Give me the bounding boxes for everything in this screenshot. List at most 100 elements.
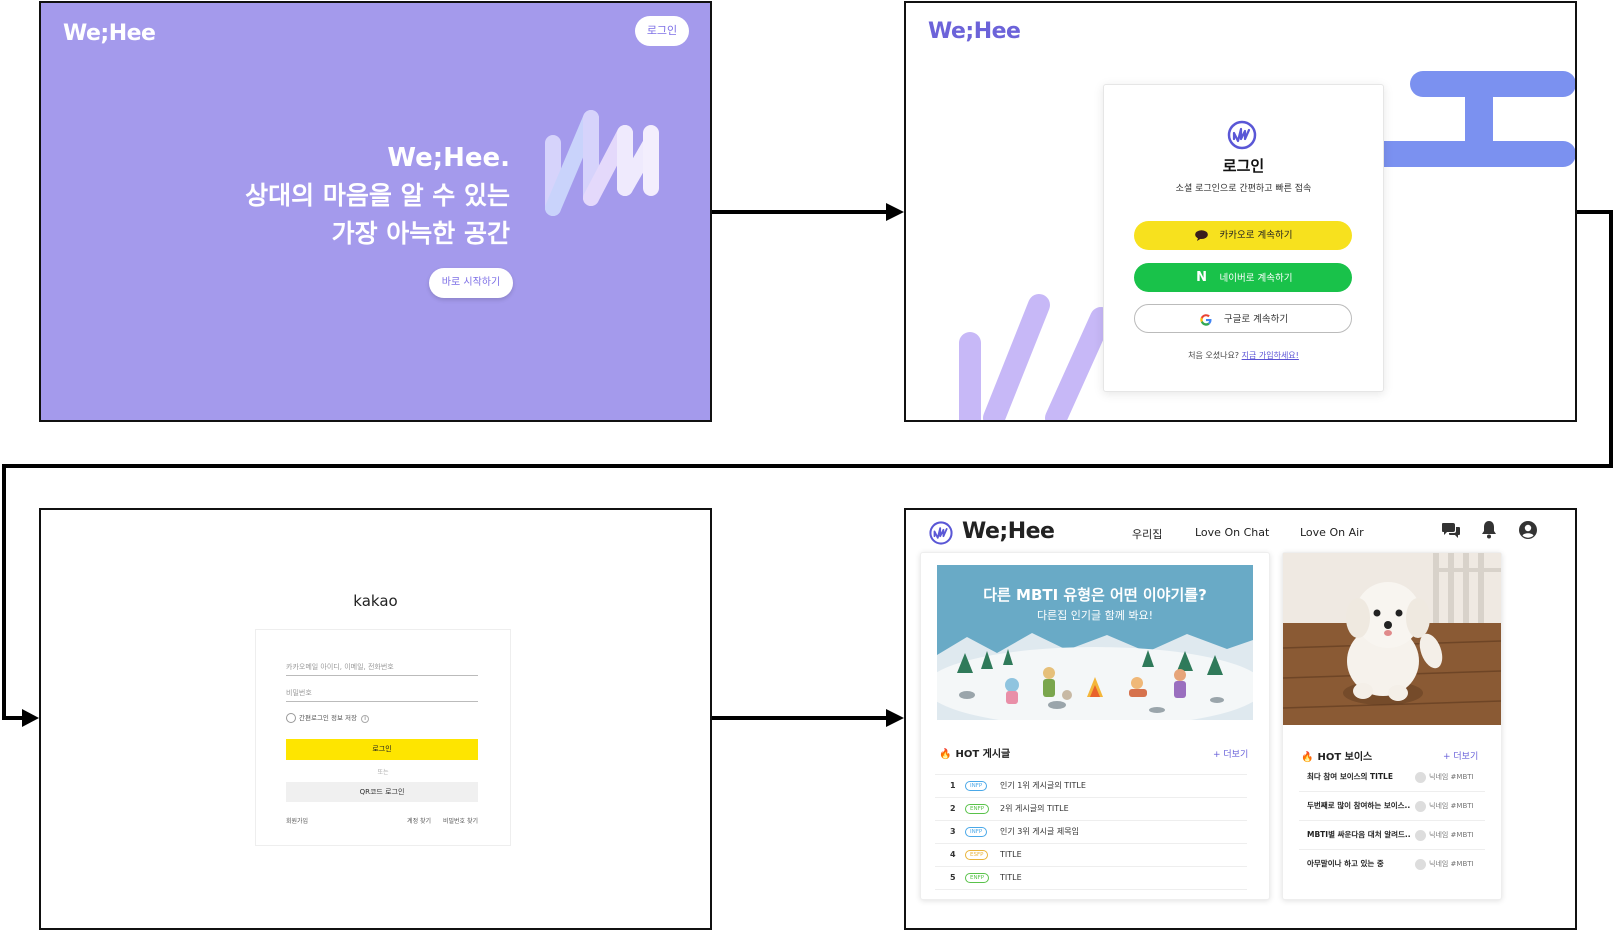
post-title[interactable]: 2위 게시글의 TITLE — [1000, 798, 1069, 820]
login-card: 로그인 소셜 로그인으로 간편하고 빠른 접속 카카오로 계속하기 N 네이버로 … — [1103, 84, 1384, 392]
main-dashboard-screen: We;Hee 우리집 Love On Chat Love On Air 다른 M… — [904, 508, 1577, 930]
landing-screen: We;Hee 로그인 We;Hee. 상대의 마음을 알 수 있는 가장 아늑한… — [39, 1, 712, 422]
kakao-login-box: 카카오메일 아이디, 이메일, 전화번호 비밀번호 간편로그인 정보 저장 i … — [255, 629, 511, 846]
save-login-label: 간편로그인 정보 저장 — [299, 714, 357, 722]
signup-prompt: 처음 오셨나요? 지금 가입하세요! — [1104, 350, 1383, 361]
hot-posts-title: 🔥 HOT 게시글 — [939, 745, 1010, 760]
wehee-logo-icon — [1227, 120, 1257, 150]
logo[interactable]: We;Hee — [962, 519, 1055, 544]
find-account-link[interactable]: 계정 찾기 — [407, 818, 431, 825]
naver-login-button[interactable]: N 네이버로 계속하기 — [1134, 263, 1352, 292]
find-password-link[interactable]: 비밀번호 찾기 — [443, 818, 478, 825]
voice-nickname: 닉네임 #MBTI — [1429, 860, 1474, 868]
hot-posts-list: 1 INFP 인기 1위 게시글의 TITLE 2 ENFP 2위 게시글의 T… — [935, 774, 1247, 890]
fire-icon: 🔥 — [1301, 752, 1314, 763]
logo[interactable]: We;Hee — [63, 21, 156, 46]
mbti-banner[interactable]: 다른 MBTI 유형은 어떤 이야기를? 다른집 인기글 함께 봐요! — [937, 565, 1253, 720]
decorative-shape — [1366, 71, 1575, 167]
arrowhead-1 — [886, 203, 904, 221]
qr-login-button[interactable]: QR코드 로그인 — [286, 782, 478, 802]
google-login-button[interactable]: 구글로 계속하기 — [1134, 304, 1352, 333]
voice-nickname: 닉네임 #MBTI — [1429, 802, 1474, 810]
post-title[interactable]: 인기 1위 게시글의 TITLE — [1000, 775, 1086, 797]
banner-illustration — [937, 633, 1253, 720]
voice-row[interactable]: 최다 참여 보이스의 TITLE 닉네임 #MBTI — [1299, 763, 1485, 792]
kakao-brand: kakao — [353, 592, 398, 610]
post-title[interactable]: TITLE — [1000, 867, 1022, 889]
google-g-icon — [1198, 305, 1214, 334]
naver-login-label: 네이버로 계속하기 — [1219, 273, 1293, 284]
hot-post-row[interactable]: 2 ENFP 2위 게시글의 TITLE — [935, 797, 1247, 820]
social-login-screen: We;Hee 로그인 소셜 로그인으로 간편하고 빠른 접속 카카오로 계속하기… — [904, 1, 1577, 422]
bell-icon[interactable] — [1480, 520, 1498, 540]
signup-link[interactable]: 회원가입 — [286, 818, 308, 825]
avatar — [1415, 830, 1426, 841]
hot-voice-title-text: HOT 보이스 — [1317, 752, 1373, 763]
voice-title[interactable]: 두번째로 많이 참여하는 보이스.. — [1307, 792, 1410, 820]
banner-title: 다른 MBTI 유형은 어떤 이야기를? — [983, 586, 1207, 604]
voice-title[interactable]: 최다 참여 보이스의 TITLE — [1307, 763, 1393, 791]
nav-home[interactable]: 우리집 — [1132, 526, 1162, 542]
mbti-tag: INFP — [965, 781, 988, 791]
nav-love-on-air[interactable]: Love On Air — [1300, 526, 1364, 539]
fire-icon: 🔥 — [939, 749, 952, 760]
hot-post-row[interactable]: 4 ESFP TITLE — [935, 843, 1247, 866]
hero-line-2: 상대의 마음을 알 수 있는 — [245, 181, 510, 210]
start-button[interactable]: 바로 시작하기 — [429, 268, 513, 298]
kakao-id-input[interactable]: 카카오메일 아이디, 이메일, 전화번호 — [286, 659, 478, 676]
post-rank: 5 — [950, 873, 956, 882]
mbti-tag: INFP — [965, 827, 988, 837]
naver-n-icon: N — [1196, 270, 1207, 285]
login-button[interactable]: 로그인 — [635, 16, 689, 46]
voice-row[interactable]: 두번째로 많이 참여하는 보이스.. 닉네임 #MBTI — [1299, 792, 1485, 821]
signup-prompt-text: 처음 오셨나요? — [1188, 351, 1240, 360]
voice-title[interactable]: 아무말이나 하고 있는 중 — [1307, 850, 1384, 878]
voice-nickname: 닉네임 #MBTI — [1429, 773, 1474, 781]
info-icon: i — [361, 715, 370, 723]
kakao-footer-links: 회원가입 계정 찾기 비밀번호 찾기 — [286, 816, 478, 825]
hot-post-row[interactable]: 1 INFP 인기 1위 게시글의 TITLE — [935, 774, 1247, 797]
login-title: 로그인 — [1222, 157, 1265, 175]
save-login-checkbox[interactable]: 간편로그인 정보 저장 i — [286, 712, 370, 723]
top-nav-bar: We;Hee 우리집 Love On Chat Love On Air — [906, 510, 1575, 554]
user-icon[interactable] — [1518, 520, 1538, 540]
avatar — [1415, 772, 1426, 783]
voice-title[interactable]: MBTI별 싸운다음 대처 알려드.. — [1307, 821, 1411, 849]
mbti-tag: ENFP — [965, 804, 990, 814]
hot-posts-more-link[interactable]: + 더보기 — [1213, 747, 1248, 760]
or-divider: 또는 — [377, 769, 389, 776]
voice-row[interactable]: MBTI별 싸운다음 대처 알려드.. 닉네임 #MBTI — [1299, 821, 1485, 850]
post-title[interactable]: TITLE — [1000, 844, 1022, 866]
post-title[interactable]: 인기 3위 게시글 제목임 — [1000, 821, 1079, 843]
post-rank: 1 — [950, 781, 956, 790]
radio-circle[interactable] — [286, 713, 296, 723]
hot-voice-more-link[interactable]: + 더보기 — [1443, 749, 1478, 762]
avatar — [1415, 801, 1426, 812]
chat-bubble-icon — [1194, 221, 1210, 250]
kakao-password-input[interactable]: 비밀번호 — [286, 685, 478, 702]
arrowhead-2 — [22, 709, 39, 727]
hot-post-row[interactable]: 5 ENFP TITLE — [935, 866, 1247, 890]
kakao-login-button[interactable]: 로그인 — [286, 739, 478, 760]
voice-nickname: 닉네임 #MBTI — [1429, 831, 1474, 839]
chat-icon[interactable] — [1441, 520, 1461, 540]
post-rank: 2 — [950, 804, 956, 813]
puppy-photo[interactable] — [1283, 553, 1501, 725]
kakao-login-label: 카카오로 계속하기 — [1219, 230, 1293, 241]
avatar — [1415, 859, 1426, 870]
nav-love-on-chat[interactable]: Love On Chat — [1195, 526, 1269, 539]
logo[interactable]: We;Hee — [928, 19, 1021, 44]
banner-subtitle: 다른집 인기글 함께 봐요! — [1036, 609, 1154, 622]
hot-post-row[interactable]: 3 INFP 인기 3위 게시글 제목임 — [935, 820, 1247, 843]
post-rank: 4 — [950, 850, 956, 859]
mbti-tag: ENFP — [965, 873, 990, 883]
wehee-logo-icon[interactable] — [928, 520, 954, 546]
hot-posts-title-text: HOT 게시글 — [955, 749, 1011, 760]
hot-voice-panel: 🔥 HOT 보이스 + 더보기 최다 참여 보이스의 TITLE 닉네임 #MBT… — [1282, 552, 1502, 900]
hero-line-1: We;Hee. — [387, 143, 510, 173]
hot-posts-panel: 다른 MBTI 유형은 어떤 이야기를? 다른집 인기글 함께 봐요! 🔥 HO… — [920, 552, 1270, 900]
kakao-login-button[interactable]: 카카오로 계속하기 — [1134, 221, 1352, 250]
signup-link[interactable]: 지금 가입하세요! — [1242, 351, 1299, 360]
voice-row[interactable]: 아무말이나 하고 있는 중 닉네임 #MBTI — [1299, 850, 1485, 878]
arrowhead-3 — [886, 709, 904, 727]
